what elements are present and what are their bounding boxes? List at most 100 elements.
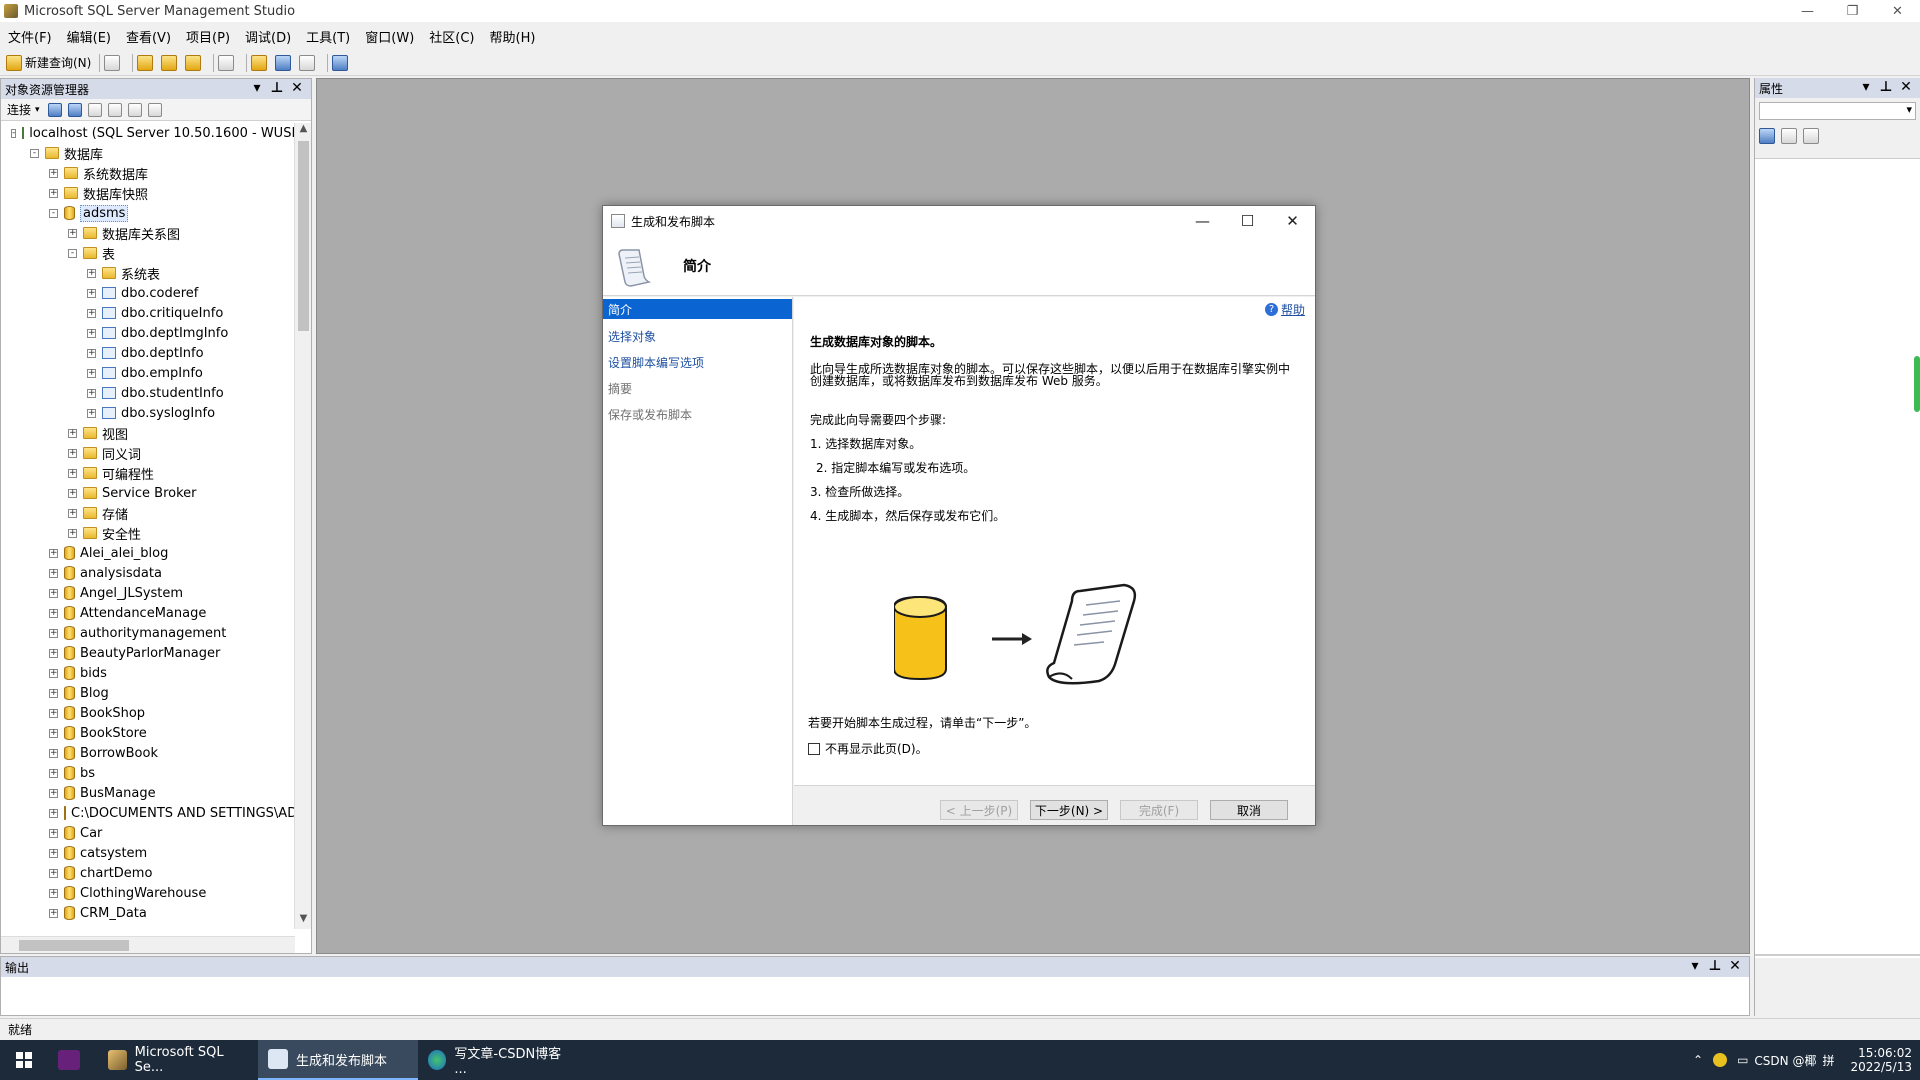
- expand-icon[interactable]: +: [49, 588, 58, 598]
- close-icon[interactable]: ✕: [1896, 79, 1916, 95]
- menu-tools[interactable]: 工具(T): [306, 27, 350, 46]
- connect-dropdown-icon[interactable]: ▾: [35, 105, 40, 115]
- tree-node[interactable]: + Service Broker: [1, 483, 295, 503]
- minimize-button[interactable]: —: [1785, 0, 1830, 22]
- dialog-minimize-button[interactable]: —: [1180, 206, 1225, 236]
- menu-help[interactable]: 帮助(H): [490, 27, 536, 46]
- tree-node[interactable]: + Blog: [1, 683, 295, 703]
- pin-icon[interactable]: ⊥: [267, 80, 287, 96]
- expand-icon[interactable]: +: [49, 608, 58, 618]
- do-not-show-checkbox[interactable]: [808, 742, 820, 755]
- collapse-icon[interactable]: -: [30, 148, 39, 158]
- tree-node[interactable]: + 同义词: [1, 443, 295, 463]
- filter-icon[interactable]: [107, 102, 122, 117]
- expand-icon[interactable]: +: [68, 468, 77, 478]
- tree-node[interactable]: + analysisdata: [1, 563, 295, 583]
- refresh-icon[interactable]: [127, 102, 142, 117]
- tree-node[interactable]: + ClothingWarehouse: [1, 883, 295, 903]
- collapse-icon[interactable]: -: [68, 248, 77, 258]
- tree-node[interactable]: + Alei_alei_blog: [1, 543, 295, 563]
- connect-button[interactable]: 连接: [7, 101, 31, 118]
- tree-node[interactable]: + catsystem: [1, 843, 295, 863]
- tree-node[interactable]: + dbo.coderef: [1, 283, 295, 303]
- pin-icon[interactable]: ⊥: [1705, 958, 1725, 974]
- scrollbar-thumb[interactable]: [298, 141, 309, 331]
- expand-icon[interactable]: +: [49, 188, 58, 198]
- wizard-nav-item[interactable]: 选择对象: [603, 323, 792, 349]
- tree-node[interactable]: + bids: [1, 663, 295, 683]
- tree-node[interactable]: + BorrowBook: [1, 743, 295, 763]
- expand-icon[interactable]: +: [49, 808, 58, 818]
- taskbar-generate-scripts[interactable]: 生成和发布脚本: [258, 1040, 418, 1080]
- menu-window[interactable]: 窗口(W): [365, 27, 414, 46]
- expand-icon[interactable]: +: [49, 768, 58, 778]
- expand-icon[interactable]: +: [87, 288, 96, 298]
- expand-icon[interactable]: +: [68, 448, 77, 458]
- new-query-button[interactable]: 新建查询(N): [6, 53, 91, 73]
- tree-node[interactable]: + 数据库关系图: [1, 223, 295, 243]
- expand-icon[interactable]: +: [49, 868, 58, 878]
- remove-filter-icon[interactable]: [147, 102, 162, 117]
- expand-icon[interactable]: +: [68, 488, 77, 498]
- close-icon[interactable]: ✕: [1725, 958, 1745, 974]
- tree-node[interactable]: + BeautyParlorManager: [1, 643, 295, 663]
- expand-icon[interactable]: +: [87, 368, 96, 378]
- expand-icon[interactable]: +: [68, 228, 77, 238]
- collapse-icon[interactable]: -: [11, 128, 17, 138]
- tree-node[interactable]: + bs: [1, 763, 295, 783]
- activity-monitor-button[interactable]: [332, 53, 352, 73]
- horizontal-scrollbar[interactable]: [1, 936, 295, 953]
- toolbar-button-3[interactable]: [161, 53, 181, 73]
- expand-icon[interactable]: +: [87, 348, 96, 358]
- close-button[interactable]: ✕: [1875, 0, 1920, 22]
- toolbar-button-2[interactable]: [137, 53, 157, 73]
- tree-node[interactable]: - localhost (SQL Server 10.50.1600 - WUSH…: [1, 123, 295, 143]
- expand-icon[interactable]: +: [87, 308, 96, 318]
- expand-icon[interactable]: +: [49, 708, 58, 718]
- network-icon[interactable]: ▭: [1737, 1053, 1748, 1067]
- dropdown-icon[interactable]: ▾: [247, 80, 267, 96]
- tree-node[interactable]: + 存储: [1, 503, 295, 523]
- tray-app-icon[interactable]: [1713, 1053, 1728, 1067]
- tree-node[interactable]: + 系统数据库: [1, 163, 295, 183]
- menu-project[interactable]: 项目(P): [186, 27, 230, 46]
- expand-icon[interactable]: +: [49, 628, 58, 638]
- dialog-maximize-button[interactable]: ☐: [1225, 206, 1270, 236]
- tree-node[interactable]: + authoritymanagement: [1, 623, 295, 643]
- expand-icon[interactable]: +: [87, 388, 96, 398]
- expand-icon[interactable]: +: [49, 828, 58, 838]
- expand-icon[interactable]: +: [49, 168, 58, 178]
- ime-icon[interactable]: 拼: [1822, 1052, 1834, 1069]
- tree-node[interactable]: + dbo.syslogInfo: [1, 403, 295, 423]
- pin-icon[interactable]: ⊥: [1876, 79, 1896, 95]
- expand-icon[interactable]: +: [49, 788, 58, 798]
- close-icon[interactable]: ✕: [287, 80, 307, 96]
- tree-node[interactable]: + BookStore: [1, 723, 295, 743]
- expand-icon[interactable]: +: [87, 408, 96, 418]
- clock[interactable]: 15:06:02 2022/5/13: [1850, 1046, 1912, 1074]
- menu-debug[interactable]: 调试(D): [245, 27, 291, 46]
- expand-icon[interactable]: +: [49, 728, 58, 738]
- menu-edit[interactable]: 编辑(E): [67, 27, 111, 46]
- tree-node[interactable]: + 安全性: [1, 523, 295, 543]
- taskbar-edge[interactable]: 写文章-CSDN博客 ...: [418, 1040, 578, 1080]
- expand-icon[interactable]: +: [49, 748, 58, 758]
- toolbar-button-4[interactable]: [185, 53, 205, 73]
- expand-icon[interactable]: +: [68, 508, 77, 518]
- expand-icon[interactable]: +: [68, 428, 77, 438]
- finish-button[interactable]: 完成(F): [1120, 800, 1198, 820]
- dialog-close-button[interactable]: ✕: [1270, 206, 1315, 236]
- save-button[interactable]: [275, 53, 295, 73]
- alphabetical-icon[interactable]: [1781, 128, 1797, 144]
- toolbar-button-5[interactable]: [218, 53, 238, 73]
- menu-view[interactable]: 查看(V): [126, 27, 171, 46]
- back-button[interactable]: < 上一步(P): [940, 800, 1018, 820]
- connect-icon[interactable]: [47, 102, 62, 117]
- tree-node[interactable]: + C:\DOCUMENTS AND SETTINGS\AD: [1, 803, 295, 823]
- tree-node[interactable]: + Car: [1, 823, 295, 843]
- tree-node[interactable]: + 数据库快照: [1, 183, 295, 203]
- tree-node[interactable]: + 系统表: [1, 263, 295, 283]
- expand-icon[interactable]: +: [49, 848, 58, 858]
- tree-node[interactable]: - 数据库: [1, 143, 295, 163]
- tree-node[interactable]: + BusManage: [1, 783, 295, 803]
